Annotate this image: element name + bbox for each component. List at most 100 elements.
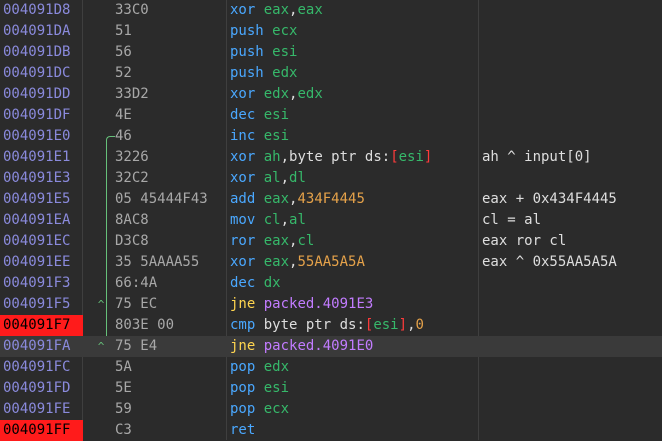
- instruction-row[interactable]: 004091EA 8AC8 mov cl,al cl = al: [0, 210, 662, 231]
- instruction-row[interactable]: 004091DA 51 push ecx: [0, 21, 662, 42]
- comment[interactable]: [482, 168, 662, 189]
- address[interactable]: 004091E5: [0, 189, 83, 210]
- disassembly-view[interactable]: 004091D8 33C0 xor eax,eax 004091DA 51 push ec…: [0, 0, 662, 441]
- register: eax: [263, 254, 290, 270]
- opcode-bytes: 75 EC: [115, 296, 158, 312]
- opcode-bytes: 46: [115, 128, 132, 144]
- comment[interactable]: eax + 0x434F4445: [482, 189, 662, 210]
- register: esi: [263, 380, 290, 396]
- operand: [255, 86, 263, 102]
- instruction-row[interactable]: 004091E3 32C2 xor al,dl: [0, 168, 662, 189]
- instruction-row[interactable]: 004091D8 33C0 xor eax,eax: [0, 0, 662, 21]
- instruction-row[interactable]: 004091DD 33D2 xor edx,edx: [0, 84, 662, 105]
- mnemonic: pop: [230, 401, 256, 417]
- address[interactable]: 004091D8: [0, 0, 83, 21]
- instruction-text: ror eax,cl: [230, 231, 480, 252]
- instruction-row[interactable]: 004091FE 59 pop ecx: [0, 399, 662, 420]
- address-breakpoint[interactable]: 004091F7: [0, 315, 83, 336]
- comment[interactable]: [482, 315, 662, 336]
- comment[interactable]: [482, 273, 662, 294]
- comment[interactable]: [482, 378, 662, 399]
- instruction-row[interactable]: 004091FC 5A pop edx: [0, 357, 662, 378]
- comment[interactable]: [482, 42, 662, 63]
- address[interactable]: 004091FA: [0, 336, 83, 357]
- comment[interactable]: [482, 63, 662, 84]
- operand: [255, 149, 263, 165]
- address[interactable]: 004091DC: [0, 63, 83, 84]
- mnemonic: xor: [230, 86, 256, 102]
- opcode-bytes: 803E 00: [115, 317, 175, 333]
- address[interactable]: 004091FD: [0, 378, 83, 399]
- comment[interactable]: [482, 105, 662, 126]
- instruction-row[interactable]: 004091E5 05 45444F43 add eax,434F4445 eax +…: [0, 189, 662, 210]
- instruction-text: pop edx: [230, 357, 480, 378]
- comment[interactable]: [482, 357, 662, 378]
- mnemonic: push: [230, 23, 264, 39]
- address[interactable]: 004091FC: [0, 357, 83, 378]
- comment[interactable]: [482, 21, 662, 42]
- instruction-text: inc esi: [230, 126, 480, 147]
- mnemonic: ror: [230, 233, 256, 249]
- register: cl: [297, 233, 315, 249]
- register: esi: [263, 107, 290, 123]
- jump-target-label[interactable]: packed.4091E3: [264, 296, 374, 312]
- address[interactable]: 004091EC: [0, 231, 83, 252]
- address[interactable]: 004091E3: [0, 168, 83, 189]
- address[interactable]: 004091F5: [0, 294, 83, 315]
- address[interactable]: 004091EA: [0, 210, 83, 231]
- comment[interactable]: [482, 294, 662, 315]
- mnemonic: jne: [230, 296, 256, 312]
- mnemonic: push: [230, 44, 264, 60]
- operand: [255, 107, 263, 123]
- instruction-row[interactable]: 004091F5 ^ 75 EC jne packed.4091E3: [0, 294, 662, 315]
- comment[interactable]: eax ror cl: [482, 231, 662, 252]
- instruction-row[interactable]: 004091FF C3 ret: [0, 420, 662, 441]
- address[interactable]: 004091F3: [0, 273, 83, 294]
- comment[interactable]: [482, 126, 662, 147]
- instruction-row[interactable]: 004091E1 3226 xor ah,byte ptr ds:[esi] ah ^…: [0, 147, 662, 168]
- comment[interactable]: ah ^ input[0]: [482, 147, 662, 168]
- opcode-bytes: 66:4A: [115, 275, 158, 291]
- address[interactable]: 004091DB: [0, 42, 83, 63]
- comment[interactable]: [482, 420, 662, 441]
- instruction-row[interactable]: 004091F3 66:4A dec dx: [0, 273, 662, 294]
- opcode-bytes: C3: [115, 422, 132, 438]
- address[interactable]: 004091E0: [0, 126, 83, 147]
- register: esi: [272, 44, 298, 60]
- comment[interactable]: cl = al: [482, 210, 662, 231]
- opcode-bytes: 32C2: [115, 170, 149, 186]
- address[interactable]: 004091DF: [0, 105, 83, 126]
- address-breakpoint[interactable]: 004091FF: [0, 420, 83, 441]
- instruction-row[interactable]: 004091F7 803E 00 cmp byte ptr ds:[esi],0: [0, 315, 662, 336]
- instruction-row[interactable]: 004091EC D3C8 ror eax,cl eax ror cl: [0, 231, 662, 252]
- opcode-bytes: 33C0: [115, 2, 149, 18]
- opcode-bytes: 8AC8: [115, 212, 149, 228]
- jump-target-label[interactable]: packed.4091E0: [264, 338, 374, 354]
- instruction-row[interactable]: 004091E0 46 inc esi: [0, 126, 662, 147]
- comment[interactable]: eax ^ 0x55AA5A5A: [482, 252, 662, 273]
- address[interactable]: 004091DD: [0, 84, 83, 105]
- comment[interactable]: [482, 336, 662, 357]
- operand: [255, 275, 263, 291]
- instruction-row[interactable]: 004091DB 56 push esi: [0, 42, 662, 63]
- comment[interactable]: [482, 0, 662, 21]
- address[interactable]: 004091EE: [0, 252, 83, 273]
- operand: ,: [407, 317, 416, 333]
- comment[interactable]: [482, 399, 662, 420]
- instruction-row[interactable]: 004091EE 35 5AAAA55 xor eax,55AA5A5A eax ^ …: [0, 252, 662, 273]
- mnemonic: jne: [230, 338, 256, 354]
- register: edx: [263, 359, 290, 375]
- address[interactable]: 004091FE: [0, 399, 83, 420]
- instruction-row[interactable]: 004091FD 5E pop esi: [0, 378, 662, 399]
- opcode-bytes: 05 45444F43: [115, 191, 208, 207]
- operand: [255, 2, 263, 18]
- address[interactable]: 004091E1: [0, 147, 83, 168]
- address[interactable]: 004091DA: [0, 21, 83, 42]
- comment[interactable]: [482, 84, 662, 105]
- instruction-row[interactable]: 004091DC 52 push edx: [0, 63, 662, 84]
- instruction-row[interactable]: 004091FA ^ 75 E4 jne packed.4091E0: [0, 336, 662, 357]
- instruction-row[interactable]: 004091DF 4E dec esi: [0, 105, 662, 126]
- instruction-text: cmp byte ptr ds:[esi],0: [230, 315, 480, 336]
- instruction-text: dec esi: [230, 105, 480, 126]
- register: al: [289, 212, 306, 228]
